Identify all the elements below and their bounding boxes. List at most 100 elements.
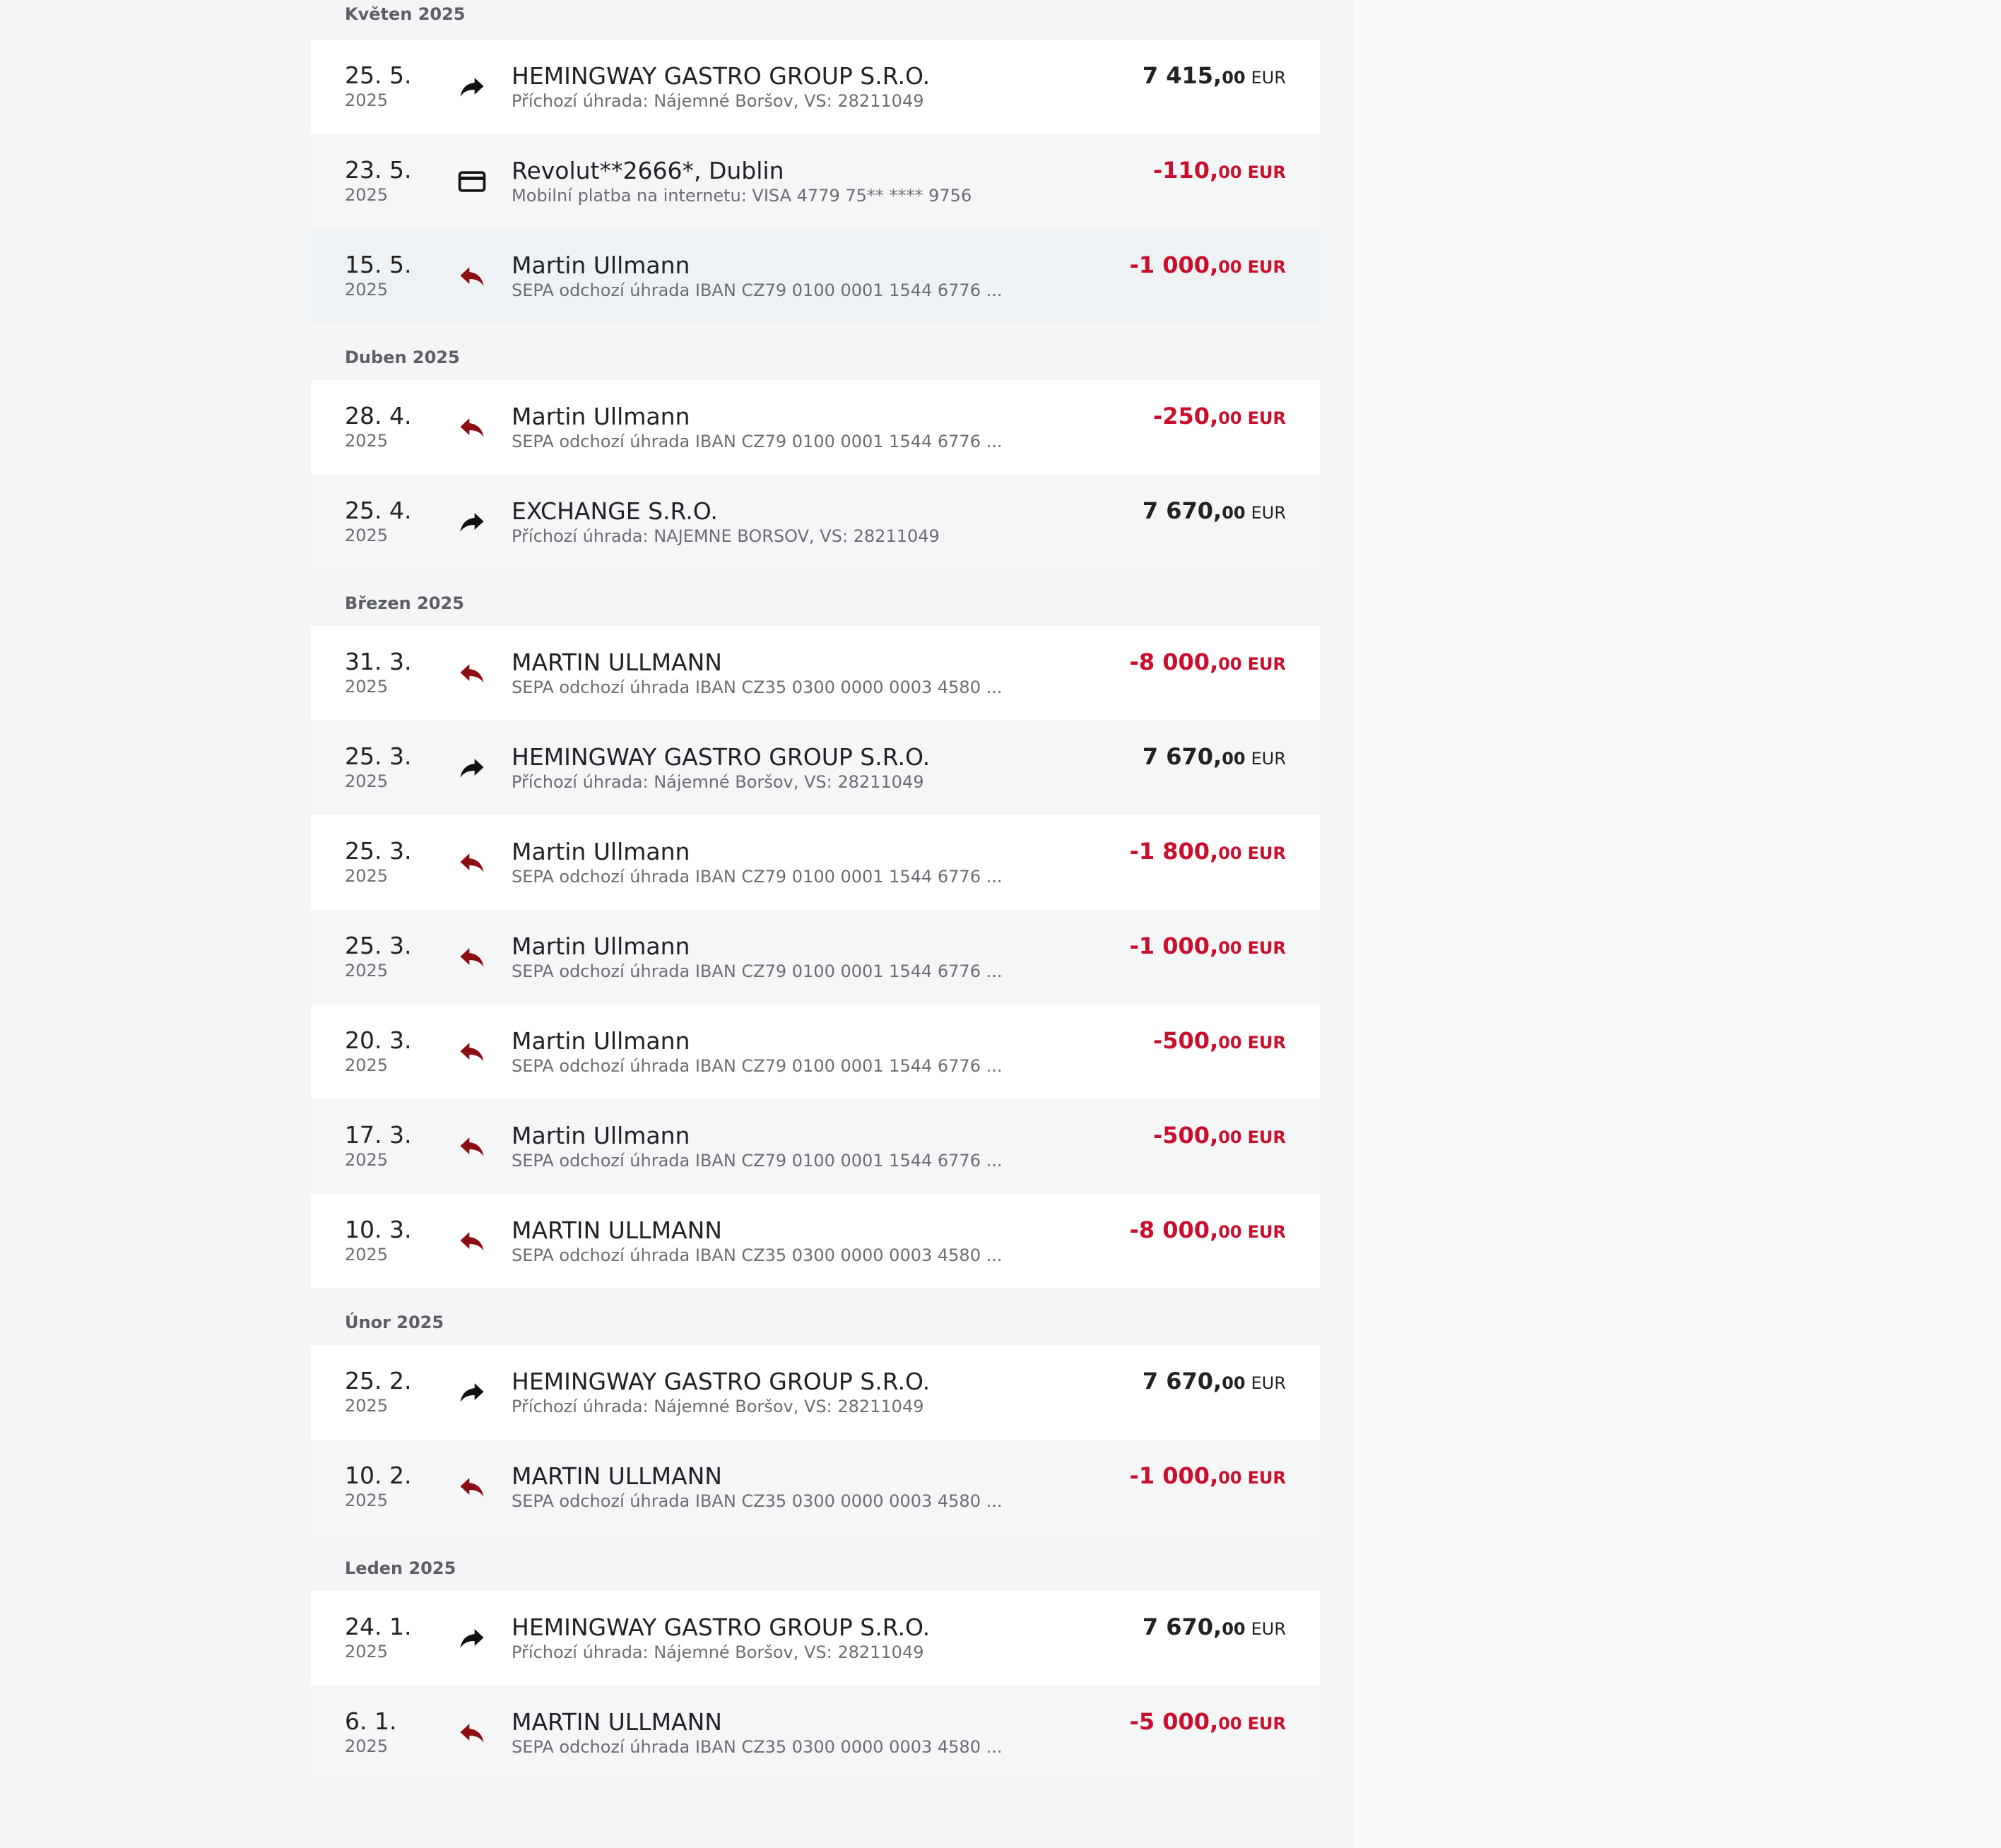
transaction-date: 25. 5. 2025 xyxy=(311,62,444,112)
transaction-date: 17. 3. 2025 xyxy=(311,1122,444,1171)
amount-main: -500, xyxy=(1152,1027,1219,1054)
month-group: 31. 3. 2025 MARTIN ULLMANN SEPA odchozí … xyxy=(311,626,1320,1289)
transaction-row[interactable]: 25. 2. 2025 HEMINGWAY GASTRO GROUP S.R.O… xyxy=(311,1345,1320,1440)
right-panel xyxy=(1354,0,2001,1848)
transaction-amount: -8 000,00 EUR xyxy=(1130,648,1286,675)
transaction-day: 28. 4. xyxy=(345,402,412,430)
transaction-row[interactable]: 10. 2. 2025 MARTIN ULLMANN SEPA odchozí … xyxy=(311,1440,1320,1534)
transaction-row[interactable]: 10. 3. 2025 MARTIN ULLMANN SEPA odchozí … xyxy=(311,1194,1320,1289)
transaction-date: 31. 3. 2025 xyxy=(311,648,444,698)
month-section: Leden 2025 24. 1. 2025 HEMINGWAY GASTRO … xyxy=(311,1547,1320,1780)
amount-decimals: 00 xyxy=(1218,1468,1242,1488)
transaction-row[interactable]: 25. 3. 2025 Martin Ullmann SEPA odchozí … xyxy=(311,910,1320,1005)
transaction-day: 20. 3. xyxy=(345,1026,412,1054)
amount-main: 7 670, xyxy=(1142,1613,1222,1640)
transaction-amount: -5 000,00 EUR xyxy=(1130,1708,1286,1735)
month-section: Únor 2025 25. 2. 2025 HEMINGWAY GASTRO G… xyxy=(311,1301,1320,1534)
amount-decimals: 00 xyxy=(1218,843,1242,863)
amount-main: 7 670, xyxy=(1142,497,1222,524)
transaction-row[interactable]: 25. 4. 2025 EXCHANGE S.R.O. Příchozí úhr… xyxy=(311,475,1320,569)
amount-main: -1 000, xyxy=(1129,932,1219,959)
amount-decimals: 00 xyxy=(1218,257,1242,277)
transaction-date: 23. 5. 2025 xyxy=(311,157,444,206)
transaction-detail: SEPA odchozí úhrada IBAN CZ79 0100 0001 … xyxy=(512,432,1003,451)
amount-decimals: 00 xyxy=(1218,408,1242,428)
transaction-date: 10. 3. 2025 xyxy=(311,1216,444,1266)
month-header: Březen 2025 xyxy=(345,593,464,613)
month-group: 28. 4. 2025 Martin Ullmann SEPA odchozí … xyxy=(311,380,1320,569)
arrow-outgoing-icon xyxy=(451,1220,493,1262)
transaction-detail: SEPA odchozí úhrada IBAN CZ35 0300 0000 … xyxy=(512,1737,1003,1757)
arrow-outgoing-icon xyxy=(451,652,493,694)
transaction-amount: 7 415,00 EUR xyxy=(1143,62,1286,89)
transaction-row[interactable]: 15. 5. 2025 Martin Ullmann SEPA odchozí … xyxy=(311,229,1320,324)
amount-decimals: 00 xyxy=(1222,749,1246,769)
arrow-outgoing-icon xyxy=(451,841,493,884)
transaction-detail: SEPA odchozí úhrada IBAN CZ35 0300 0000 … xyxy=(512,1245,1003,1265)
arrow-outgoing-icon xyxy=(451,1466,493,1508)
transaction-day: 25. 3. xyxy=(345,837,412,865)
amount-currency: EUR xyxy=(1247,1222,1286,1242)
transaction-year: 2025 xyxy=(345,280,389,300)
amount-main: 7 670, xyxy=(1142,1368,1222,1394)
transaction-date: 25. 3. 2025 xyxy=(311,838,444,887)
amount-decimals: 00 xyxy=(1218,1222,1242,1242)
amount-main: 7 415, xyxy=(1142,62,1222,89)
transaction-date: 15. 5. 2025 xyxy=(311,251,444,301)
month-header: Duben 2025 xyxy=(345,348,460,367)
transaction-detail: SEPA odchozí úhrada IBAN CZ79 0100 0001 … xyxy=(512,280,1003,300)
transaction-year: 2025 xyxy=(345,1491,389,1510)
transaction-detail: SEPA odchozí úhrada IBAN CZ35 0300 0000 … xyxy=(512,1491,1003,1511)
transaction-day: 23. 5. xyxy=(345,156,412,184)
transaction-row[interactable]: 28. 4. 2025 Martin Ullmann SEPA odchozí … xyxy=(311,380,1320,475)
transaction-year: 2025 xyxy=(345,961,389,981)
transaction-row[interactable]: 25. 3. 2025 HEMINGWAY GASTRO GROUP S.R.O… xyxy=(311,721,1320,815)
transaction-row[interactable]: 31. 3. 2025 MARTIN ULLMANN SEPA odchozí … xyxy=(311,626,1320,721)
amount-currency: EUR xyxy=(1247,843,1286,863)
transaction-amount: -110,00 EUR xyxy=(1153,157,1286,184)
month-section: Březen 2025 31. 3. 2025 MARTIN ULLMANN S… xyxy=(311,582,1320,1289)
transaction-row[interactable]: 6. 1. 2025 MARTIN ULLMANN SEPA odchozí ú… xyxy=(311,1686,1320,1780)
transaction-year: 2025 xyxy=(345,1055,389,1075)
amount-currency: EUR xyxy=(1251,1373,1286,1393)
transaction-amount: 7 670,00 EUR xyxy=(1143,1613,1286,1640)
transaction-year: 2025 xyxy=(345,1736,389,1756)
arrow-outgoing-icon xyxy=(451,255,493,297)
amount-main: -110, xyxy=(1152,157,1219,184)
transaction-row[interactable]: 17. 3. 2025 Martin Ullmann SEPA odchozí … xyxy=(311,1099,1320,1194)
transaction-amount: -500,00 EUR xyxy=(1153,1027,1286,1054)
amount-main: -250, xyxy=(1152,403,1219,430)
transaction-day: 25. 4. xyxy=(345,497,412,524)
transaction-day: 17. 3. xyxy=(345,1121,412,1149)
transaction-date: 28. 4. 2025 xyxy=(311,403,444,452)
amount-decimals: 00 xyxy=(1222,503,1246,523)
transaction-year: 2025 xyxy=(345,1642,389,1662)
arrow-incoming-icon xyxy=(451,501,493,543)
transaction-day: 25. 3. xyxy=(345,932,412,959)
transaction-row[interactable]: 24. 1. 2025 HEMINGWAY GASTRO GROUP S.R.O… xyxy=(311,1591,1320,1686)
amount-currency: EUR xyxy=(1247,654,1286,674)
transaction-row[interactable]: 23. 5. 2025 Revolut**2666*, Dublin Mobil… xyxy=(311,134,1320,229)
amount-currency: EUR xyxy=(1251,503,1286,523)
arrow-outgoing-icon xyxy=(451,1031,493,1073)
transaction-year: 2025 xyxy=(345,526,389,545)
amount-currency: EUR xyxy=(1251,1619,1286,1639)
transaction-row[interactable]: 25. 5. 2025 HEMINGWAY GASTRO GROUP S.R.O… xyxy=(311,40,1320,134)
transaction-year: 2025 xyxy=(345,1396,389,1416)
transaction-detail: Příchozí úhrada: NAJEMNE BORSOV, VS: 282… xyxy=(512,526,940,546)
transaction-row[interactable]: 20. 3. 2025 Martin Ullmann SEPA odchozí … xyxy=(311,1005,1320,1099)
transaction-date: 25. 2. 2025 xyxy=(311,1368,444,1417)
transaction-day: 24. 1. xyxy=(345,1613,412,1640)
transaction-detail: Příchozí úhrada: Nájemné Boršov, VS: 282… xyxy=(512,1642,924,1662)
arrow-outgoing-icon xyxy=(451,1125,493,1168)
amount-decimals: 00 xyxy=(1218,162,1242,182)
amount-currency: EUR xyxy=(1247,1033,1286,1053)
transaction-row[interactable]: 25. 3. 2025 Martin Ullmann SEPA odchozí … xyxy=(311,815,1320,910)
transaction-date: 25. 3. 2025 xyxy=(311,932,444,982)
card-icon xyxy=(451,160,493,203)
amount-currency: EUR xyxy=(1247,408,1286,428)
arrow-outgoing-icon xyxy=(451,406,493,449)
transaction-day: 15. 5. xyxy=(345,251,412,278)
transaction-amount: -1 000,00 EUR xyxy=(1130,251,1286,278)
amount-main: -5 000, xyxy=(1129,1708,1219,1735)
